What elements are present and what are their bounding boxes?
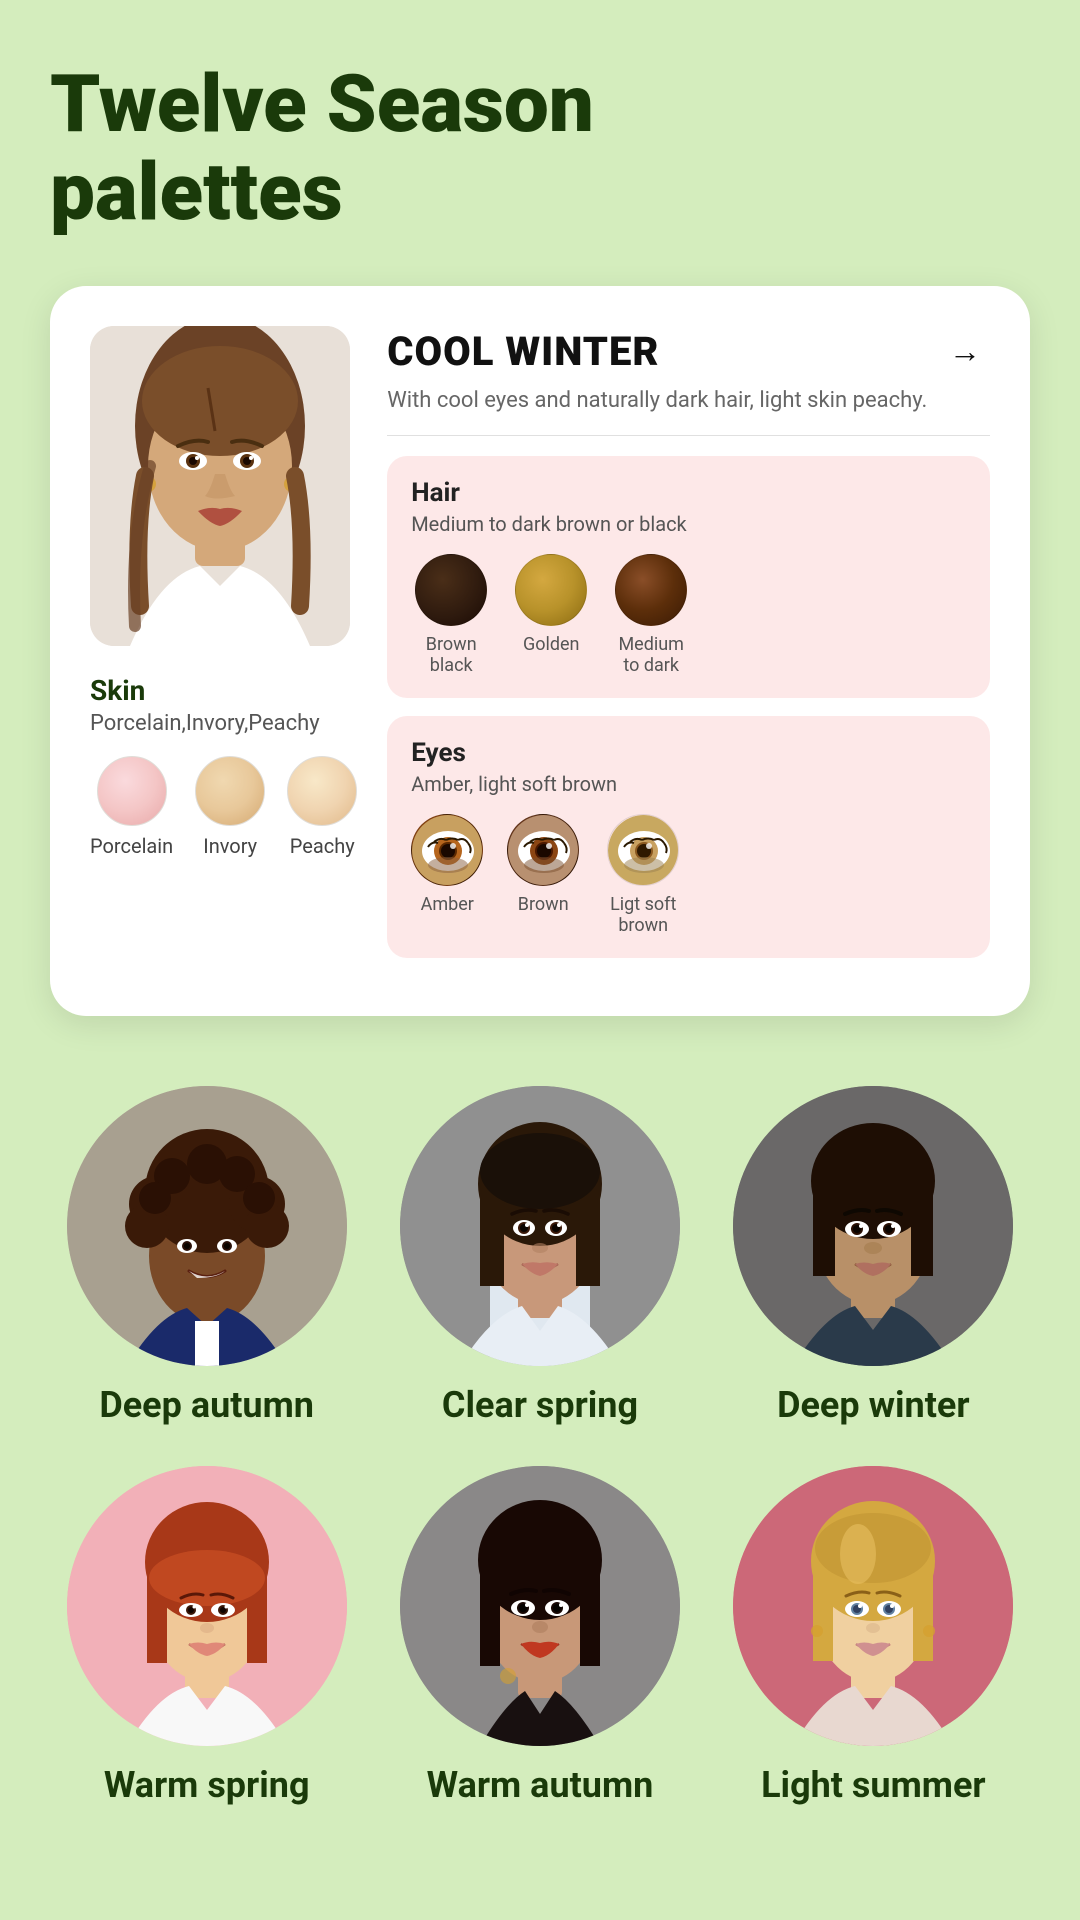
hair-swatch-medium-dark: Medium to dark [611,554,691,676]
hair-swatch-brown-black: Brown black [411,554,491,676]
season-item-deep-autumn[interactable]: Deep autumn [50,1086,363,1426]
warm-spring-avatar [67,1466,347,1746]
light-soft-brown-eye-circle [607,814,679,886]
season-item-warm-spring[interactable]: Warm spring [50,1466,363,1806]
invory-name: Invory [203,834,257,858]
eye-swatches: Amber [411,814,966,936]
eyes-subtitle: Amber, light soft brown [411,772,966,796]
brown-black-name: Brown black [411,634,491,676]
amber-eye-circle [411,814,483,886]
eyes-trait-box: Eyes Amber, light soft brown [387,716,990,958]
season-item-warm-autumn[interactable]: Warm autumn [383,1466,696,1806]
season-description: With cool eyes and naturally dark hair, … [387,386,990,417]
main-title: Twelve Season palettes [50,60,1030,236]
season-title: COOL WINTER [387,328,659,375]
person-photo [90,326,350,646]
title-line1: Twelve Season [50,57,594,151]
deep-winter-avatar [733,1086,1013,1366]
warm-autumn-avatar [400,1466,680,1746]
clear-spring-label: Clear spring [442,1384,638,1426]
page-container: Twelve Season palettes [0,0,1080,1910]
season-item-clear-spring[interactable]: Clear spring [383,1086,696,1426]
skin-sublabel: Porcelain,Invory,Peachy [90,711,320,736]
eye-swatch-brown: Brown [507,814,579,915]
season-item-deep-winter[interactable]: Deep winter [717,1086,1030,1426]
skin-swatches: Porcelain Invory Peachy [90,756,357,858]
season-header: COOL WINTER → [387,326,990,376]
clear-spring-avatar [400,1086,680,1366]
skin-label: Skin [90,674,145,707]
eye-swatch-light-soft-brown: Ligt soft brown [603,814,683,936]
hair-swatch-golden: Golden [515,554,587,655]
arrow-button[interactable]: → [940,326,990,376]
peachy-circle [287,756,357,826]
season-item-light-summer[interactable]: Light summer [717,1466,1030,1806]
golden-circle [515,554,587,626]
title-line2: palettes [50,145,343,239]
brown-name: Brown [518,894,569,915]
deep-winter-label: Deep winter [777,1384,969,1426]
warm-spring-label: Warm spring [104,1764,310,1806]
hair-swatches: Brown black Golden Medium to dark [411,554,966,676]
season-row-1: Deep autumn [50,1086,1030,1426]
amber-name: Amber [421,894,474,915]
deep-autumn-avatar [67,1086,347,1366]
divider [387,435,990,436]
swatch-porcelain: Porcelain [90,756,173,858]
swatch-peachy: Peachy [287,756,357,858]
hair-title: Hair [411,478,966,508]
porcelain-name: Porcelain [90,834,173,858]
card-left: Skin Porcelain,Invory,Peachy Porcelain I… [90,326,357,976]
deep-autumn-label: Deep autumn [99,1384,314,1426]
card-right: COOL WINTER → With cool eyes and natural… [387,326,990,976]
brown-eye-circle [507,814,579,886]
brown-black-circle [415,554,487,626]
light-summer-avatar [733,1466,1013,1746]
golden-name: Golden [523,634,580,655]
peachy-name: Peachy [290,834,355,858]
swatch-invory: Invory [195,756,265,858]
eye-swatch-amber: Amber [411,814,483,915]
hair-subtitle: Medium to dark brown or black [411,512,966,536]
eyes-title: Eyes [411,738,966,768]
porcelain-circle [97,756,167,826]
season-row-2: Warm spring [50,1466,1030,1806]
season-card: Skin Porcelain,Invory,Peachy Porcelain I… [50,286,1030,1016]
medium-dark-name: Medium to dark [611,634,691,676]
light-soft-brown-name: Ligt soft brown [603,894,683,936]
light-summer-label: Light summer [761,1764,986,1806]
medium-dark-circle [615,554,687,626]
hair-trait-box: Hair Medium to dark brown or black Brown… [387,456,990,698]
warm-autumn-label: Warm autumn [427,1764,654,1806]
invory-circle [195,756,265,826]
